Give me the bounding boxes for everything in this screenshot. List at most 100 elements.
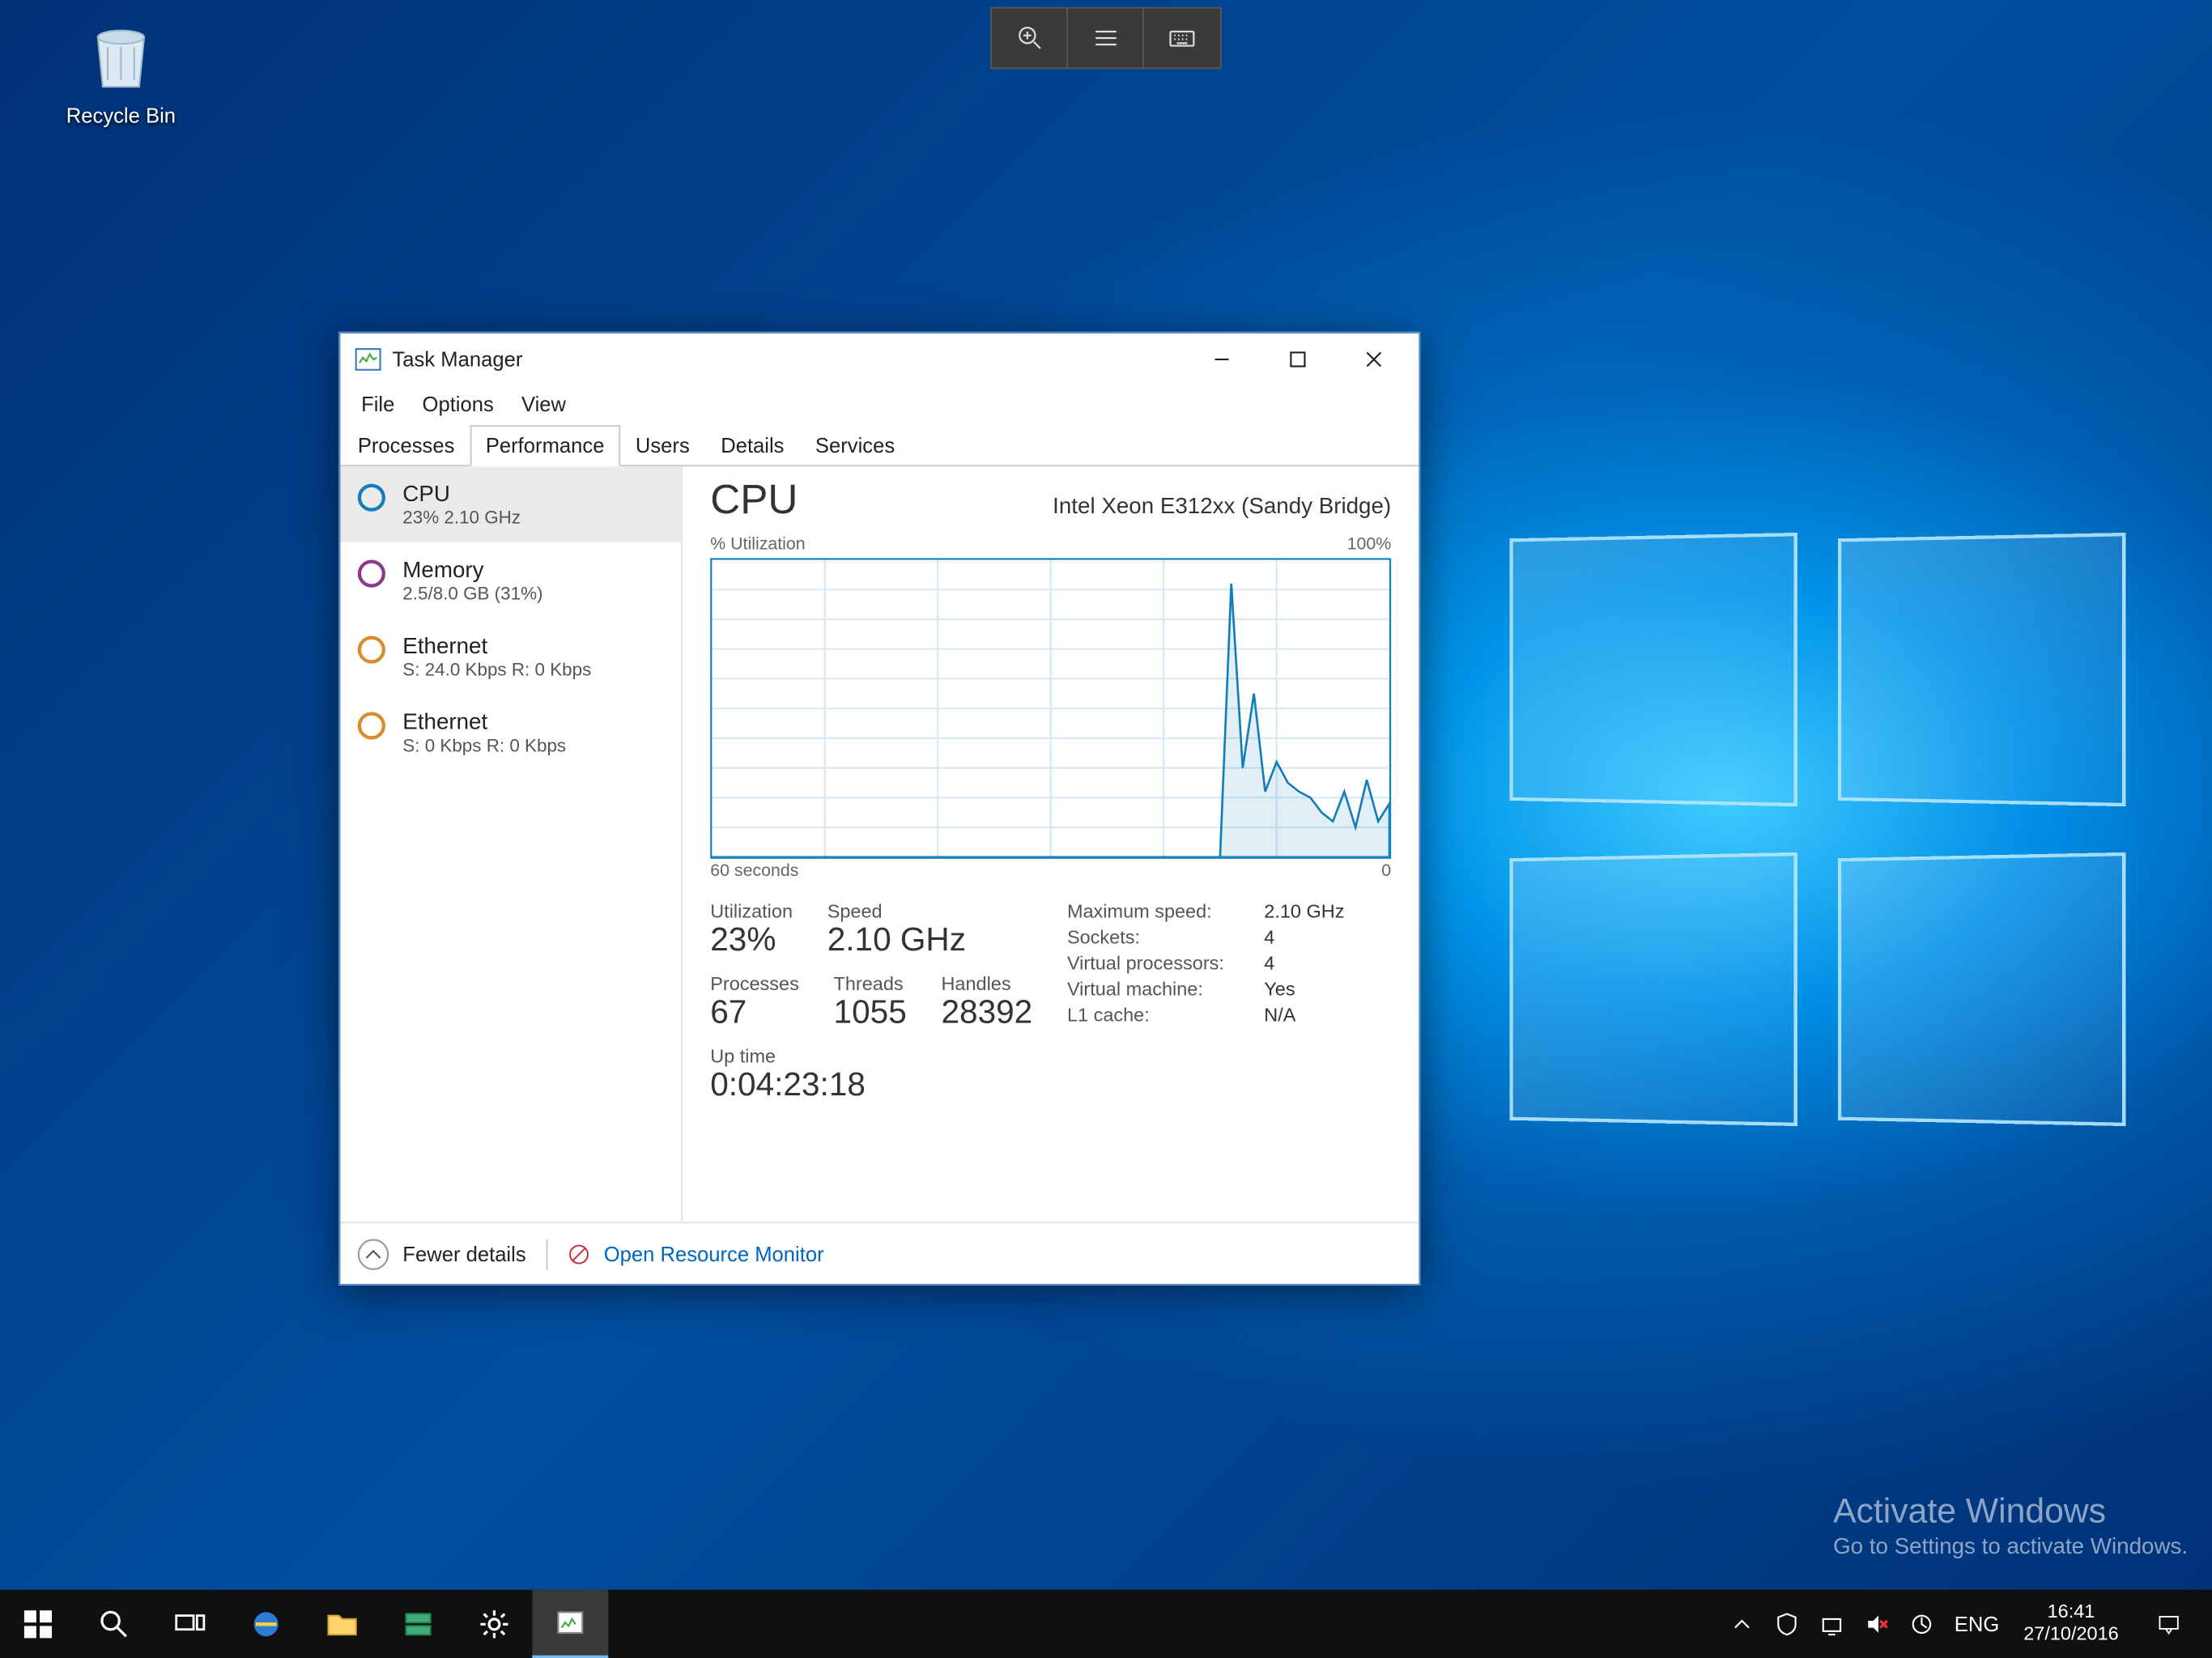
tray-security-icon[interactable] [1764,1590,1809,1658]
action-center-button[interactable] [2133,1590,2206,1658]
stat-speed-value: 2.10 GHz [827,923,966,961]
task-manager-icon [355,346,382,373]
magnify-plus-icon [1014,23,1044,53]
notification-icon [2157,1612,2181,1636]
sr-v4: N/A [1264,1005,1295,1027]
stat-processes-value: 67 [710,995,799,1033]
tray-overflow-button[interactable] [1720,1590,1764,1658]
sr-v3: Yes [1264,980,1295,1001]
sr-k3: Virtual machine: [1067,980,1247,1001]
cpu-ring-icon [358,484,385,512]
magnify-button[interactable] [992,9,1068,68]
ethernet-ring-icon [358,636,385,663]
memory-ring-icon [358,560,385,588]
tab-services[interactable]: Services [800,425,911,466]
tab-processes[interactable]: Processes [342,425,470,466]
sidebar-item-title: CPU [402,480,521,506]
stat-utilization-label: Utilization [710,902,793,923]
sidebar-item-title: Memory [402,556,542,582]
minimize-button[interactable] [1184,335,1260,384]
shield-icon [1775,1612,1799,1636]
taskbar: ENG 16:41 27/10/2016 [0,1590,2212,1658]
fewer-details-link[interactable]: Fewer details [402,1242,525,1266]
fewer-details-icon[interactable] [358,1238,389,1269]
stat-speed-label: Speed [827,902,966,923]
performance-main: CPU Intel Xeon E312xx (Sandy Bridge) % U… [683,466,1419,1222]
wallpaper-windows-logo [1504,536,2160,1158]
tab-strip: Processes Performance Users Details Serv… [340,423,1419,466]
sidebar-item-memory[interactable]: Memory 2.5/8.0 GB (31%) [340,542,680,619]
watermark-title: Activate Windows [1833,1493,2188,1533]
titlebar[interactable]: Task Manager [340,334,1419,385]
tab-performance[interactable]: Performance [470,425,620,466]
task-view-button[interactable] [152,1590,228,1658]
windows-logo-icon [23,1609,53,1639]
sr-k2: Virtual processors: [1067,954,1247,975]
stat-processes-label: Processes [710,975,799,996]
tray-language[interactable]: ENG [1944,1590,2010,1658]
system-tray: ENG 16:41 27/10/2016 [1720,1590,2212,1658]
sidebar-item-cpu[interactable]: CPU 23% 2.10 GHz [340,466,680,542]
desktop: Recycle Bin Activate Windows Go to Setti… [0,0,2212,1658]
stat-uptime-label: Up time [710,1047,866,1068]
menu-options[interactable]: Options [408,389,507,419]
ie-icon [250,1609,281,1639]
maximize-button[interactable] [1260,335,1336,384]
task-manager-window: Task Manager File Options View Processes… [338,332,1420,1286]
tray-volume-icon[interactable] [1854,1590,1899,1658]
stats-left: Utilization 23% Speed 2.10 GHz Processes [710,902,1032,1120]
chart-ylabel: % Utilization [710,536,805,555]
tray-clock[interactable]: 16:41 27/10/2016 [2010,1601,2133,1647]
sidebar-item-ethernet-2[interactable]: Ethernet S: 0 Kbps R: 0 Kbps [340,695,680,771]
stat-uptime-value: 0:04:23:18 [710,1068,866,1106]
desktop-icon-label: Recycle Bin [66,104,176,128]
taskbar-app-ie[interactable] [228,1590,304,1658]
taskbar-app-server-manager[interactable] [381,1590,457,1658]
close-button[interactable] [1336,335,1412,384]
footer-separator [547,1238,548,1269]
hamburger-icon [1090,23,1121,53]
activation-watermark: Activate Windows Go to Settings to activ… [1833,1493,2188,1558]
sr-v0: 2.10 GHz [1264,902,1344,923]
open-resource-monitor-link[interactable]: Open Resource Monitor [604,1242,824,1266]
tray-date: 27/10/2016 [2023,1624,2119,1647]
taskbar-app-task-manager[interactable] [532,1590,608,1658]
menu-button[interactable] [1068,9,1144,68]
keyboard-icon [1167,23,1197,53]
tab-details[interactable]: Details [705,425,800,466]
tray-windows-update-icon[interactable] [1899,1590,1944,1658]
main-header: CPU [710,477,798,525]
stat-threads-label: Threads [834,975,907,996]
menu-file[interactable]: File [347,389,408,419]
sidebar-item-ethernet-1[interactable]: Ethernet S: 24.0 Kbps R: 0 Kbps [340,619,680,695]
sidebar-item-title: Ethernet [402,708,566,734]
resource-monitor-icon [569,1244,590,1265]
performance-sidebar: CPU 23% 2.10 GHz Memory 2.5/8.0 GB (31%)… [340,466,683,1222]
taskbar-app-explorer[interactable] [304,1590,381,1658]
menu-view[interactable]: View [508,389,580,419]
chart-xright: 0 [1381,862,1391,881]
start-button[interactable] [0,1590,76,1658]
chart-xleft: 60 seconds [710,862,798,881]
sr-v1: 4 [1264,928,1274,949]
stat-threads-value: 1055 [834,995,907,1033]
search-button[interactable] [76,1590,152,1658]
window-footer: Fewer details Open Resource Monitor [340,1222,1419,1284]
main-subheader: Intel Xeon E312xx (Sandy Bridge) [1053,492,1391,518]
keyboard-button[interactable] [1144,9,1220,68]
tab-users[interactable]: Users [620,425,705,466]
ethernet-ring-icon [358,712,385,739]
window-title: Task Manager [393,347,1185,372]
sr-k4: L1 cache: [1067,1005,1247,1027]
folder-icon [326,1609,357,1639]
tray-network-icon[interactable] [1810,1590,1854,1658]
taskbar-app-settings[interactable] [456,1590,532,1658]
sidebar-item-title: Ethernet [402,632,591,658]
sr-v2: 4 [1264,954,1274,975]
menubar: File Options View [340,385,1419,423]
cpu-chart[interactable] [710,558,1391,858]
sr-k1: Sockets: [1067,928,1247,949]
tray-time: 16:41 [2023,1601,2119,1624]
desktop-icon-recycle-bin[interactable]: Recycle Bin [17,11,224,135]
search-icon [99,1609,130,1639]
